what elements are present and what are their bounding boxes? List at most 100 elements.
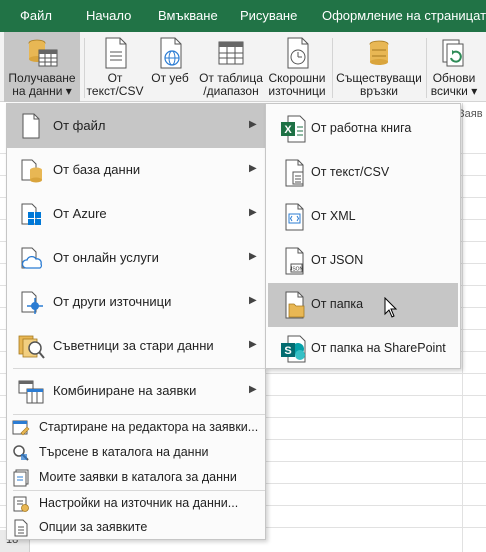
refresh-all-button[interactable]: Обнови всички ▾	[428, 32, 480, 102]
from-web-label: От уеб	[151, 71, 189, 85]
submenu-item-label: От работна книга	[311, 121, 412, 135]
folder-icon	[278, 289, 310, 321]
svg-text:X: X	[284, 124, 292, 136]
submenu-item-label: От текст/CSV	[311, 165, 390, 179]
existing-connections-button[interactable]: Съществуващи връзки	[336, 32, 422, 102]
chevron-right-icon: ▶	[249, 119, 257, 130]
menu-separator	[13, 414, 265, 415]
tab-home[interactable]: Начало	[86, 8, 131, 23]
sharepoint-icon: S	[278, 333, 310, 365]
ribbon-separator	[426, 38, 427, 98]
get-data-label: Получаване на данни ▾	[8, 71, 76, 98]
web-globe-icon	[155, 36, 185, 73]
menu-item-label: Настройки на източник на данни...	[39, 496, 239, 510]
combine-queries-icon	[17, 377, 45, 405]
search-catalog-icon	[12, 444, 30, 462]
menu-item-label: Опции за заявките	[39, 520, 148, 534]
chevron-right-icon: ▶	[249, 339, 257, 350]
svg-text:JSON: JSON	[290, 267, 304, 273]
menu-item-my-data-catalog-queries[interactable]: Моите заявки в каталога за данни	[7, 466, 265, 490]
submenu-item-from-folder[interactable]: От папка	[268, 283, 458, 327]
tab-draw[interactable]: Рисуване	[240, 8, 297, 23]
recent-sources-button[interactable]: Скорошни източници	[266, 32, 328, 102]
menu-item-from-online-services[interactable]: От онлайн услуги ▶	[7, 236, 265, 280]
menu-item-label: От онлайн услуги	[53, 250, 159, 265]
chevron-right-icon: ▶	[249, 295, 257, 306]
menu-item-search-data-catalog[interactable]: Търсене в каталога на данни	[7, 441, 265, 465]
cloud-icon	[17, 244, 45, 272]
tab-page-layout[interactable]: Оформление на страницата	[322, 8, 486, 23]
data-source-settings-icon	[12, 495, 30, 513]
submenu-item-from-text-csv[interactable]: От текст/CSV	[268, 151, 458, 195]
network-icon	[17, 288, 45, 316]
menu-item-query-options[interactable]: Опции за заявките	[7, 516, 265, 540]
from-web-button[interactable]: От уеб	[146, 32, 194, 102]
svg-text:S: S	[284, 345, 291, 357]
get-data-button[interactable]: Получаване на данни ▾	[4, 32, 80, 102]
menu-item-launch-query-editor[interactable]: Стартиране на редактора на заявки...	[7, 416, 265, 440]
ribbon-tab-bar: Файл Начало Вмъкване Рисуване Оформление…	[0, 0, 486, 32]
submenu-item-from-sharepoint-folder[interactable]: S От папка на SharePoint	[268, 327, 458, 371]
tab-insert[interactable]: Вмъкване	[158, 8, 218, 23]
from-file-submenu: X От работна книга От текст/CSV От XML J…	[265, 103, 461, 369]
menu-item-legacy-wizards[interactable]: Съветници за стари данни ▶	[7, 324, 265, 368]
menu-item-label: Стартиране на редактора на заявки...	[39, 420, 259, 434]
menu-item-label: Съветници за стари данни	[53, 338, 214, 353]
xml-file-icon	[278, 201, 310, 233]
text-file-icon	[278, 157, 310, 189]
query-editor-icon	[12, 419, 30, 437]
file-icon	[17, 112, 45, 140]
json-file-icon: JSON	[278, 245, 310, 277]
menu-item-combine-queries[interactable]: Комбиниране на заявки ▶	[7, 369, 265, 413]
query-options-icon	[12, 519, 30, 537]
menu-item-label: От други източници	[53, 294, 172, 309]
mouse-cursor-icon	[384, 296, 398, 319]
my-queries-icon	[12, 469, 30, 487]
legacy-wizard-icon	[17, 332, 45, 360]
menu-item-from-other-sources[interactable]: От други източници ▶	[7, 280, 265, 324]
menu-item-label: От база данни	[53, 162, 141, 177]
chevron-right-icon: ▶	[249, 163, 257, 174]
recent-sources-label: Скорошни източници	[268, 71, 326, 98]
submenu-item-label: От JSON	[311, 253, 364, 267]
chevron-right-icon: ▶	[249, 384, 257, 395]
ribbon-separator	[332, 38, 333, 98]
recent-clock-icon	[282, 36, 312, 73]
chevron-right-icon: ▶	[249, 251, 257, 262]
menu-item-label: Комбиниране на заявки	[53, 383, 197, 398]
excel-workbook-icon: X	[278, 113, 310, 145]
menu-item-from-file[interactable]: От файл ▶	[7, 104, 265, 148]
submenu-item-from-workbook[interactable]: X От работна книга	[268, 107, 458, 151]
database-table-icon	[25, 36, 59, 73]
text-file-icon	[100, 36, 130, 73]
windows-icon	[17, 200, 45, 228]
get-data-menu: От файл ▶ От база данни ▶ От Azure ▶ От …	[6, 103, 266, 540]
menu-item-label: Моите заявки в каталога за данни	[39, 470, 237, 484]
from-text-csv-button[interactable]: От текст/CSV	[86, 32, 144, 102]
from-text-csv-label: От текст/CSV	[86, 71, 144, 98]
refresh-all-label: Обнови всички ▾	[430, 71, 478, 98]
menu-item-label: Търсене в каталога на данни	[39, 445, 209, 459]
from-table-range-button[interactable]: От таблица/диапазон	[196, 32, 266, 102]
table-range-icon	[216, 36, 246, 73]
menu-item-from-azure[interactable]: От Azure ▶	[7, 192, 265, 236]
menu-item-from-database[interactable]: От база данни ▶	[7, 148, 265, 192]
connections-icon	[364, 36, 394, 73]
ribbon-group-label-partial: Заяв	[458, 108, 483, 120]
submenu-item-label: От папка на SharePoint	[311, 341, 446, 355]
submenu-item-label: От XML	[311, 209, 356, 223]
ribbon-separator	[84, 38, 85, 98]
menu-item-label: От Azure	[53, 206, 107, 221]
existing-connections-label: Съществуващи връзки	[336, 71, 422, 98]
refresh-icon	[439, 36, 469, 73]
ribbon: Получаване на данни ▾ От текст/CSV От уеб …	[0, 32, 486, 102]
menu-item-label: От файл	[53, 118, 106, 133]
tab-file[interactable]: Файл	[20, 8, 52, 23]
menu-item-data-source-settings[interactable]: Настройки на източник на данни...	[7, 492, 265, 516]
submenu-item-from-json[interactable]: JSON От JSON	[268, 239, 458, 283]
chevron-right-icon: ▶	[249, 207, 257, 218]
submenu-item-label: От папка	[311, 297, 364, 311]
menu-separator	[13, 490, 265, 491]
database-icon	[17, 156, 45, 184]
submenu-item-from-xml[interactable]: От XML	[268, 195, 458, 239]
